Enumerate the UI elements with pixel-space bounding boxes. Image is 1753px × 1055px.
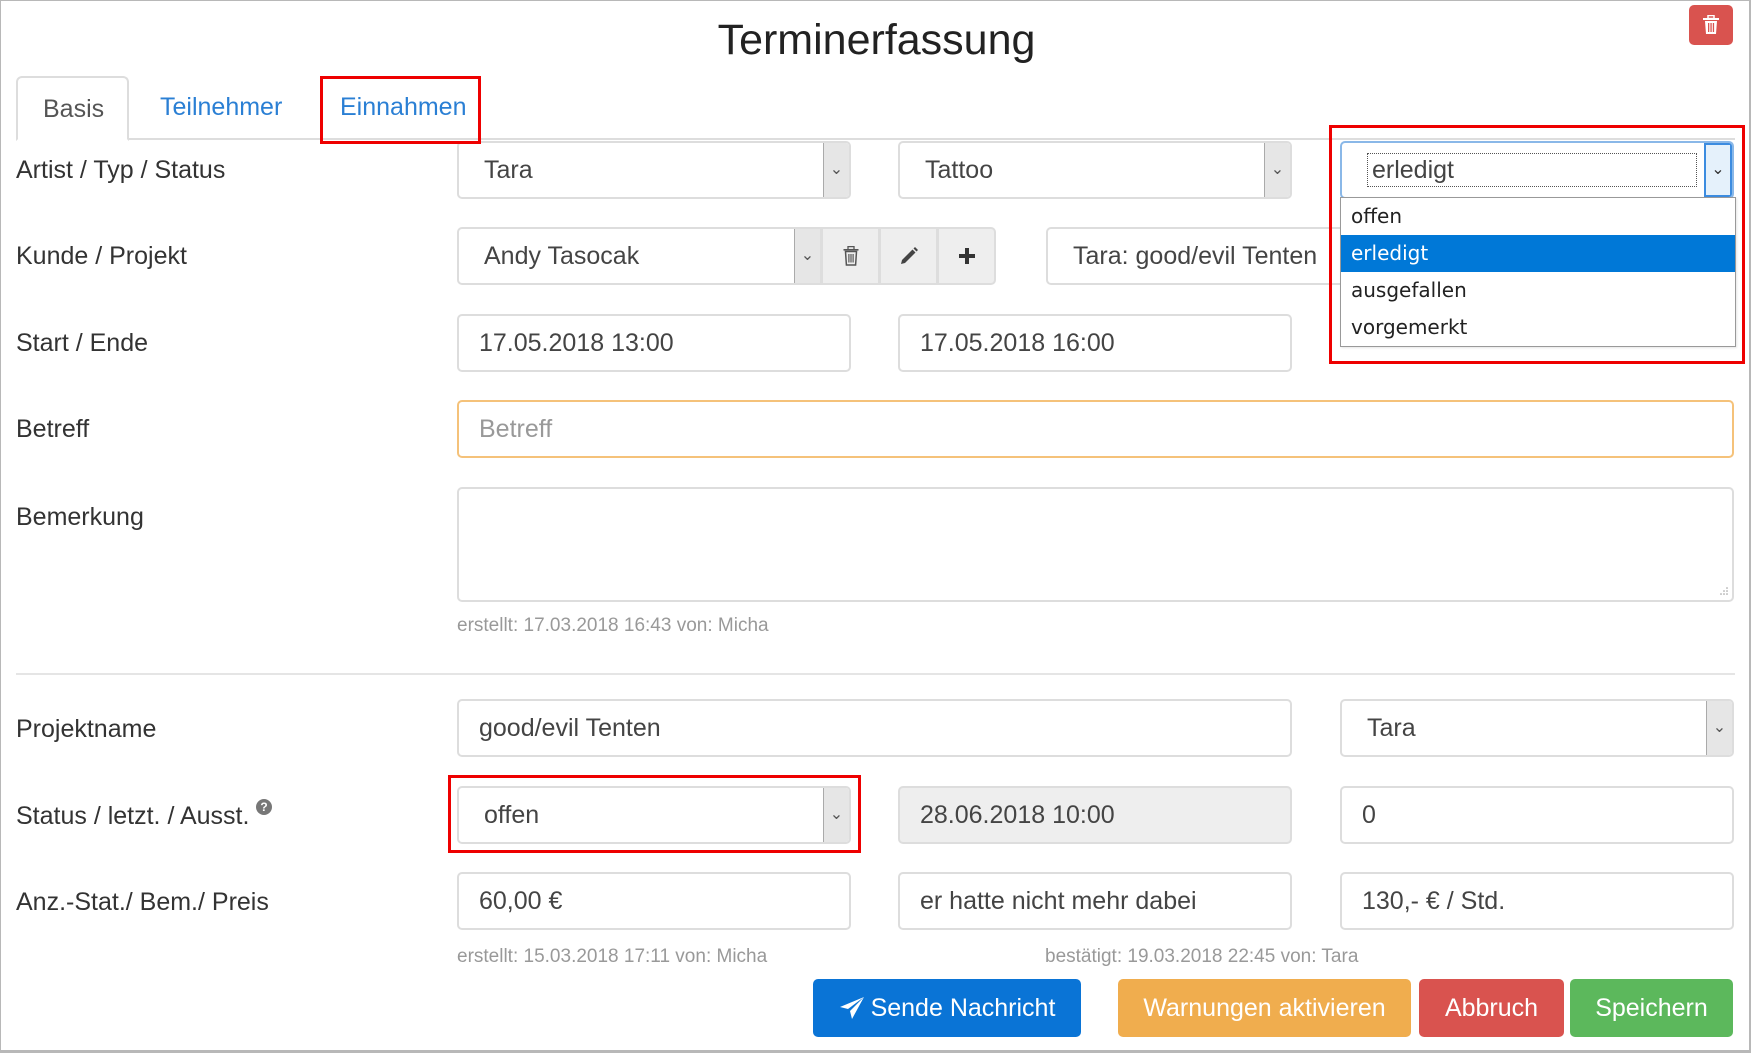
label-kunde-projekt: Kunde / Projekt	[16, 242, 187, 270]
status-option-offen[interactable]: offen	[1341, 198, 1735, 235]
chevron-down-icon: ⌄	[1704, 143, 1732, 197]
kunde-select[interactable]: Andy Tasocak ⌄	[457, 227, 822, 285]
trash-icon	[843, 246, 858, 266]
section-divider	[16, 673, 1735, 675]
preis-input[interactable]: 130,- € / Std.	[1340, 872, 1734, 930]
label-projektname: Projektname	[16, 715, 157, 743]
projektname-input[interactable]: good/evil Tenten	[457, 699, 1292, 757]
kunde-select-value: Andy Tasocak	[484, 242, 640, 270]
tab-teilnehmer[interactable]: Teilnehmer	[135, 76, 307, 139]
trash-icon	[1703, 15, 1719, 34]
chevron-down-icon: ⌄	[794, 229, 820, 283]
status-option-ausgefallen[interactable]: ausgefallen	[1341, 272, 1735, 309]
label-status-letzt-ausst: Status / letzt. / Ausst.	[16, 802, 250, 830]
status-select[interactable]: erledigt ⌄	[1340, 141, 1734, 199]
pencil-icon	[900, 247, 918, 264]
status-option-erledigt[interactable]: erledigt	[1341, 235, 1735, 272]
projekt-erstellt-meta: erstellt: 15.03.2018 17:11 von: Micha	[457, 946, 768, 967]
paper-plane-icon	[839, 997, 864, 1019]
question-circle-icon[interactable]: ?	[256, 799, 272, 815]
projekt-bemerkung-input[interactable]: er hatte nicht mehr dabei	[898, 872, 1292, 930]
tab-einnahmen[interactable]: Einnahmen	[315, 76, 491, 139]
projekt-status-value: offen	[484, 801, 540, 829]
chevron-down-icon: ⌄	[1706, 701, 1732, 755]
delete-appointment-button[interactable]	[1689, 5, 1733, 45]
bemerkung-meta: erstellt: 17.03.2018 16:43 von: Micha	[457, 615, 769, 636]
ausst-input[interactable]: 0	[1340, 786, 1734, 844]
projekt-select[interactable]: Tara: good/evil Tenten	[1046, 227, 1346, 285]
chevron-down-icon: ⌄	[823, 143, 849, 197]
kunde-add-button[interactable]	[938, 227, 996, 285]
label-start-ende: Start / Ende	[16, 329, 149, 357]
page-title: Terminerfassung	[717, 16, 1036, 64]
tab-basis[interactable]: Basis	[16, 76, 129, 141]
label-anz-bem-preis: Anz.-Stat./ Bem./ Preis	[16, 888, 269, 916]
bemerkung-textarea[interactable]	[457, 487, 1734, 602]
plus-icon	[958, 248, 975, 264]
kunde-delete-button[interactable]	[822, 227, 880, 285]
save-button[interactable]: Speichern	[1570, 979, 1733, 1037]
artist-select-value: Tara	[484, 156, 533, 184]
betreff-input[interactable]: Betreff	[457, 400, 1734, 458]
start-input[interactable]: 17.05.2018 13:00	[457, 314, 851, 372]
anzahlung-input[interactable]: 60,00 €	[457, 872, 851, 930]
label-artist-typ-status: Artist / Typ / Status	[16, 156, 226, 184]
artist-select[interactable]: Tara ⌄	[457, 141, 851, 199]
projekt-status-select[interactable]: offen ⌄	[457, 786, 851, 844]
status-option-vorgemerkt[interactable]: vorgemerkt	[1341, 309, 1735, 346]
activate-warnings-button[interactable]: Warnungen aktivieren	[1118, 979, 1411, 1037]
label-bemerkung: Bemerkung	[16, 503, 144, 531]
projekt-bestaetigt-meta: bestätigt: 19.03.2018 22:45 von: Tara	[1045, 946, 1359, 967]
status-select-value: erledigt	[1367, 153, 1697, 187]
typ-select[interactable]: Tattoo ⌄	[898, 141, 1292, 199]
ende-input[interactable]: 17.05.2018 16:00	[898, 314, 1292, 372]
projekt-artist-select[interactable]: Tara ⌄	[1340, 699, 1734, 757]
letzt-input: 28.06.2018 10:00	[898, 786, 1292, 844]
label-betreff: Betreff	[16, 415, 90, 443]
typ-select-value: Tattoo	[925, 156, 994, 184]
send-message-button[interactable]: Sende Nachricht	[813, 979, 1081, 1037]
send-message-label: Sende Nachricht	[870, 993, 1056, 1022]
kunde-actions	[822, 227, 996, 285]
projekt-select-value: Tara: good/evil Tenten	[1073, 242, 1318, 270]
chevron-down-icon: ⌄	[823, 788, 849, 842]
status-dropdown-list: offen erledigt ausgefallen vorgemerkt	[1340, 197, 1736, 347]
projekt-artist-value: Tara	[1367, 714, 1416, 742]
resize-handle-icon[interactable]	[1718, 586, 1728, 596]
kunde-edit-button[interactable]	[880, 227, 938, 285]
chevron-down-icon: ⌄	[1264, 143, 1290, 197]
cancel-button[interactable]: Abbruch	[1419, 979, 1564, 1037]
